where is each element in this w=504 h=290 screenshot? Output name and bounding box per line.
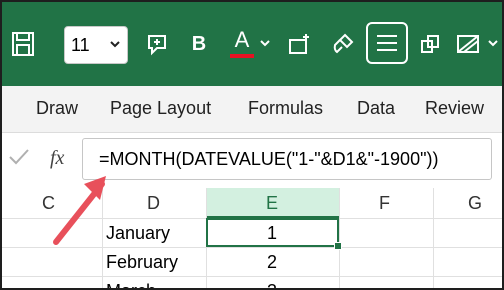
formula-text: =MONTH(DATEVALUE("1-"&D1&"-1900")) bbox=[99, 149, 439, 169]
ribbon-tabs: Draw Page Layout Formulas Data Review bbox=[2, 86, 502, 133]
cell-d1[interactable]: January bbox=[106, 223, 170, 244]
font-color-bar bbox=[230, 54, 254, 58]
bold-button[interactable]: B bbox=[186, 28, 212, 60]
tab-formulas[interactable]: Formulas bbox=[248, 98, 323, 119]
column-header-d[interactable]: D bbox=[147, 193, 160, 214]
column-header-f[interactable]: F bbox=[379, 193, 390, 214]
fx-icon[interactable]: fx bbox=[50, 147, 64, 170]
column-header-e[interactable]: E bbox=[266, 193, 278, 214]
tab-data[interactable]: Data bbox=[357, 98, 395, 119]
check-icon[interactable] bbox=[8, 147, 30, 172]
column-header-g[interactable]: G bbox=[468, 193, 482, 214]
comment-icon[interactable] bbox=[142, 28, 172, 60]
font-color-button[interactable]: A bbox=[228, 24, 256, 62]
align-button[interactable] bbox=[366, 22, 408, 64]
font-color-dropdown-icon[interactable] bbox=[258, 34, 272, 52]
copy-format-icon[interactable] bbox=[416, 28, 446, 60]
font-size-select[interactable]: 11 bbox=[64, 26, 128, 64]
bold-label: B bbox=[191, 32, 207, 55]
tab-review[interactable]: Review bbox=[425, 98, 484, 119]
tab-page-layout[interactable]: Page Layout bbox=[110, 98, 211, 119]
save-icon[interactable] bbox=[8, 28, 38, 60]
tab-draw[interactable]: Draw bbox=[36, 98, 78, 119]
selected-cell-e1[interactable] bbox=[206, 218, 339, 247]
grid-line bbox=[2, 276, 502, 277]
insert-icon[interactable] bbox=[284, 28, 314, 60]
grid-line bbox=[339, 188, 340, 288]
excel-window: 11 B A Draw Page Layout Formulas Data Re… bbox=[0, 0, 504, 290]
cell-e3[interactable]: 3 bbox=[267, 281, 277, 288]
chevron-down-icon bbox=[109, 37, 121, 55]
picture-icon[interactable] bbox=[454, 28, 484, 60]
ribbon-toolbar: 11 B A bbox=[2, 2, 502, 86]
fill-handle[interactable] bbox=[334, 242, 342, 250]
chevron-down-icon[interactable] bbox=[486, 34, 500, 52]
font-color-label: A bbox=[234, 27, 250, 52]
grid-line bbox=[433, 188, 434, 288]
cell-d2[interactable]: February bbox=[106, 252, 178, 273]
annotation-arrow-icon bbox=[53, 176, 106, 245]
font-size-value: 11 bbox=[71, 35, 90, 55]
format-painter-icon[interactable] bbox=[328, 28, 358, 60]
cell-d3[interactable]: March bbox=[106, 281, 156, 288]
formula-input[interactable]: =MONTH(DATEVALUE("1-"&D1&"-1900")) bbox=[82, 138, 492, 180]
cell-e2[interactable]: 2 bbox=[267, 252, 277, 273]
align-icon bbox=[377, 35, 397, 51]
